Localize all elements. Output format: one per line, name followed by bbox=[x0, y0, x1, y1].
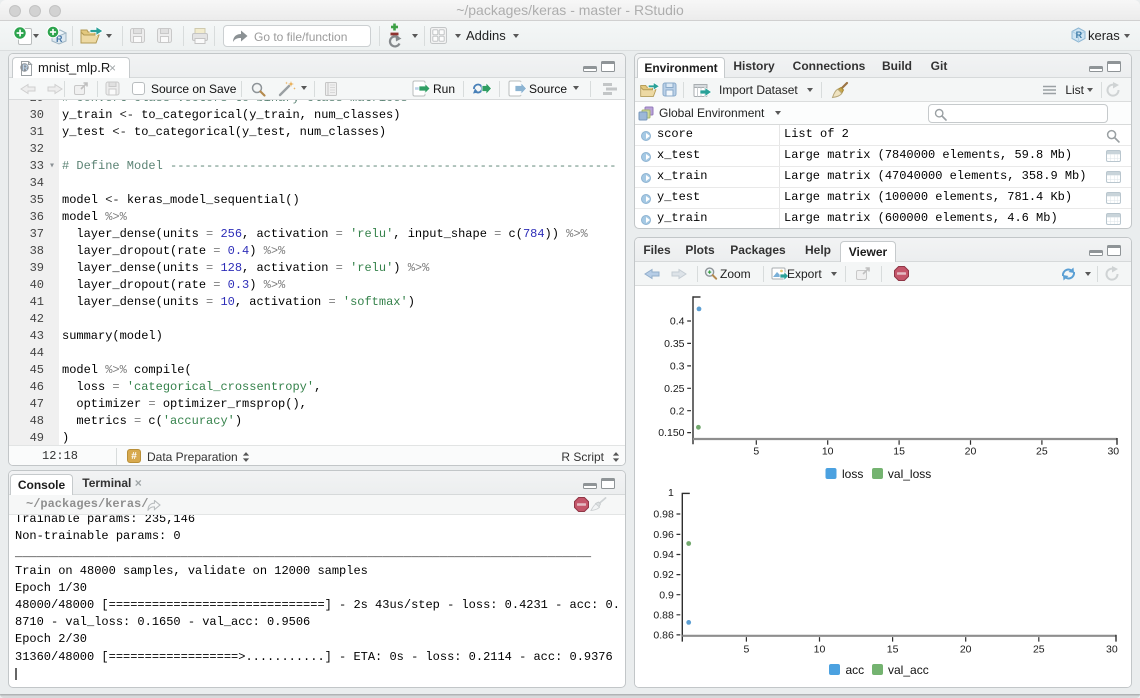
svg-text:0.98: 0.98 bbox=[653, 509, 674, 521]
svg-text:5: 5 bbox=[743, 643, 749, 655]
svg-text:15: 15 bbox=[893, 445, 905, 457]
svg-text:val_loss: val_loss bbox=[888, 467, 931, 481]
svg-text:0.25: 0.25 bbox=[664, 383, 685, 395]
svg-text:10: 10 bbox=[822, 445, 834, 457]
svg-text:0.150: 0.150 bbox=[658, 427, 684, 439]
svg-text:20: 20 bbox=[960, 643, 972, 655]
svg-text:30: 30 bbox=[1107, 445, 1119, 457]
svg-text:0.92: 0.92 bbox=[653, 569, 674, 581]
svg-text:acc: acc bbox=[846, 663, 865, 677]
svg-text:0.94: 0.94 bbox=[653, 549, 674, 561]
svg-text:0.2: 0.2 bbox=[670, 405, 685, 417]
svg-text:25: 25 bbox=[1033, 643, 1045, 655]
svg-text:0.4: 0.4 bbox=[670, 316, 685, 328]
svg-text:0.86: 0.86 bbox=[653, 630, 674, 642]
svg-text:R: R bbox=[1076, 30, 1083, 40]
svg-text:0.3: 0.3 bbox=[670, 361, 685, 373]
svg-text:0.35: 0.35 bbox=[664, 338, 685, 350]
svg-text:0.9: 0.9 bbox=[659, 589, 674, 601]
svg-text:loss: loss bbox=[842, 467, 863, 481]
svg-text:30: 30 bbox=[1106, 643, 1118, 655]
svg-text:5: 5 bbox=[753, 445, 759, 457]
svg-text:25: 25 bbox=[1036, 445, 1048, 457]
svg-text:R: R bbox=[22, 64, 28, 73]
svg-text:10: 10 bbox=[814, 643, 826, 655]
svg-text:0.88: 0.88 bbox=[653, 609, 674, 621]
svg-text:20: 20 bbox=[965, 445, 977, 457]
svg-text:15: 15 bbox=[887, 643, 899, 655]
svg-text:val_acc: val_acc bbox=[888, 663, 929, 677]
svg-text:1: 1 bbox=[668, 487, 674, 499]
svg-text:0.96: 0.96 bbox=[653, 529, 674, 541]
